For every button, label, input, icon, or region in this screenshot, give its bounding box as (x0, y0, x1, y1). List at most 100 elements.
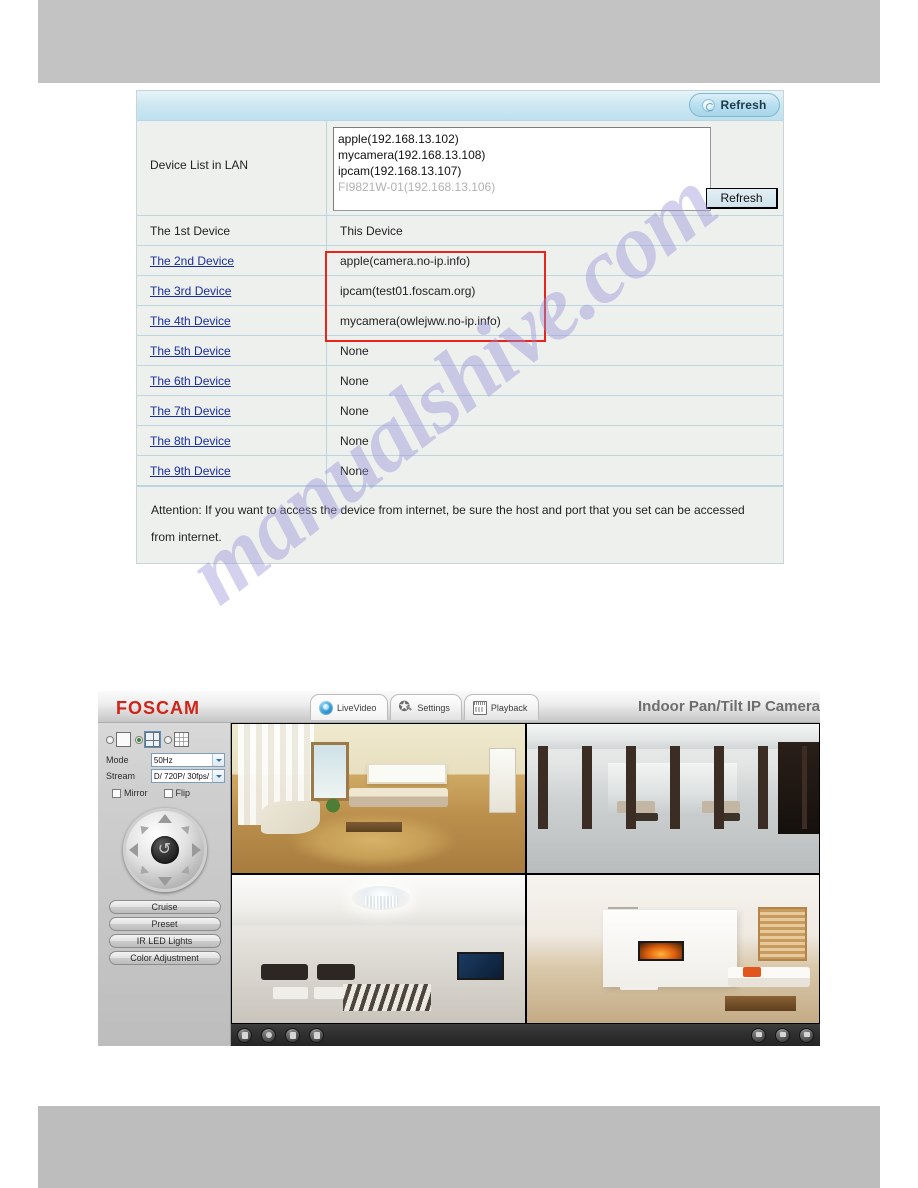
lan-device-item[interactable]: ipcam(192.168.13.107) (338, 163, 706, 179)
record-icon[interactable] (261, 1027, 276, 1043)
snapshot-icon[interactable] (237, 1027, 252, 1043)
settings-icon (398, 698, 413, 715)
view-mode-nine[interactable] (164, 732, 189, 747)
camera-model-title: Indoor Pan/Tilt IP Camera (638, 698, 820, 715)
refresh-button-list[interactable]: Refresh (706, 188, 778, 209)
table-decor (346, 822, 402, 833)
device-row-value-9: None (340, 463, 369, 478)
stream-field: Stream D/ 720P/ 30fps/ 2M (106, 769, 225, 783)
mirror-checkbox-group[interactable]: Mirror (112, 788, 148, 798)
chevron-down-icon[interactable] (212, 770, 224, 782)
view-mode-selector (106, 731, 225, 748)
pan-down-icon[interactable] (157, 877, 172, 886)
table-row: The 7th Device None (137, 396, 783, 426)
panel-body: Device List in LAN apple(192.168.13.102)… (137, 121, 783, 563)
fireplace-decor (637, 941, 685, 961)
sofa-decor (349, 787, 449, 808)
device-link-6[interactable]: The 6th Device (150, 374, 231, 388)
grid-1-icon[interactable] (116, 732, 131, 747)
attention-note: Attention: If you want to access the dev… (137, 486, 783, 563)
window-decor (310, 741, 349, 802)
video-cell-living-room-warm[interactable] (232, 724, 525, 873)
ir-led-lights-button[interactable]: IR LED Lights (108, 934, 221, 948)
stream-select[interactable]: D/ 720P/ 30fps/ 2M (150, 769, 225, 783)
pan-upright-icon[interactable] (180, 822, 193, 835)
chevron-down-icon[interactable] (212, 754, 224, 766)
grid-4-icon[interactable] (144, 731, 161, 748)
page-band-bottom (38, 1106, 880, 1188)
ptz-center-reset-icon[interactable] (150, 836, 179, 864)
camera-tabs: LiveVideo Settings Playback (310, 694, 540, 720)
panel-header: Refresh (137, 91, 783, 121)
device-list-label: Device List in LAN (137, 121, 327, 215)
ptz-joystick[interactable] (122, 808, 207, 892)
device-link-9[interactable]: The 9th Device (150, 464, 231, 478)
pan-downright-icon[interactable] (180, 865, 193, 878)
device-link-2[interactable]: The 2nd Device (150, 254, 234, 268)
device-link-5[interactable]: The 5th Device (150, 344, 231, 358)
cruise-button[interactable]: Cruise (108, 900, 221, 914)
device-row-value-5: None (340, 343, 369, 358)
pan-up-icon[interactable] (157, 814, 172, 823)
device-row-value-8: None (340, 433, 369, 448)
toolbar-right-group (751, 1027, 814, 1043)
device-link-8[interactable]: The 8th Device (150, 434, 231, 448)
radio-icon[interactable] (106, 735, 114, 744)
video-cell-chandelier-lounge[interactable] (232, 874, 525, 1023)
sofa-decor (702, 801, 741, 814)
view-mode-single[interactable] (106, 732, 131, 747)
sofa-decor (728, 966, 811, 988)
audio-icon[interactable] (285, 1027, 300, 1043)
preset-button[interactable]: Preset (108, 917, 221, 931)
flip-checkbox[interactable] (163, 788, 173, 798)
radio-icon[interactable] (164, 735, 172, 744)
table-row: The 8th Device None (137, 426, 783, 456)
mode-select[interactable]: 50Hz (150, 753, 225, 767)
camera-body: Mode 50Hz Stream D/ 720P/ 30fps/ 2M Mirr… (98, 723, 820, 1046)
camera-toolbar (231, 1024, 820, 1046)
talk-icon[interactable] (309, 1027, 324, 1043)
mirror-checkbox[interactable] (112, 788, 121, 798)
mirror-label: Mirror (124, 788, 148, 798)
table-row: The 6th Device None (137, 366, 783, 396)
video-cell-fireplace-room[interactable] (526, 874, 819, 1023)
device-list-box[interactable]: apple(192.168.13.102) mycamera(192.168.1… (333, 127, 711, 211)
lan-device-item[interactable]: mycamera(192.168.13.108) (338, 147, 706, 163)
view-mode-quad[interactable] (135, 731, 161, 748)
flip-checkbox-group[interactable]: Flip (163, 788, 190, 798)
lobby-back-decor (608, 762, 738, 817)
table-row: The 5th Device None (137, 336, 783, 366)
radio-icon-selected[interactable] (135, 735, 143, 744)
device-list-wrap: apple(192.168.13.102) mycamera(192.168.1… (327, 121, 783, 215)
refresh-button-top[interactable]: Refresh (689, 93, 780, 117)
pan-left-icon[interactable] (128, 843, 138, 857)
color-adjustment-button[interactable]: Color Adjustment (108, 951, 221, 965)
pan-upleft-icon[interactable] (136, 822, 149, 835)
device-link-4[interactable]: The 4th Device (150, 314, 231, 328)
playback-icon[interactable] (775, 1027, 790, 1043)
device-row-label-1: The 1st Device (137, 216, 327, 245)
lan-device-item[interactable]: FI9821W-01(192.168.13.106) (338, 179, 706, 195)
device-link-7[interactable]: The 7th Device (150, 404, 231, 418)
device-row-value-1: This Device (340, 223, 403, 238)
pan-downleft-icon[interactable] (136, 865, 149, 878)
device-row-label-3: The 3rd Device (137, 276, 327, 305)
camera-header: FOSCAM LiveVideo Settings Playback Indoo… (98, 691, 820, 723)
tv-decor (457, 951, 505, 980)
toolbar-left-group (237, 1027, 324, 1043)
device-row-label-5: The 5th Device (137, 336, 327, 365)
tab-livevideo[interactable]: LiveVideo (310, 694, 389, 720)
mode-field: Mode 50Hz (106, 753, 225, 767)
video-cell-lobby-dark-wood[interactable] (526, 724, 819, 873)
device-row-label-6: The 6th Device (137, 366, 327, 395)
lan-device-item[interactable]: apple(192.168.13.102) (338, 131, 706, 147)
device-row-label-9: The 9th Device (137, 456, 327, 485)
tab-settings[interactable]: Settings (390, 694, 462, 720)
capture-icon[interactable] (751, 1027, 766, 1043)
fullscreen-icon[interactable] (799, 1027, 814, 1043)
grid-9-icon[interactable] (174, 732, 189, 747)
tab-livevideo-label: LiveVideo (337, 702, 377, 713)
device-link-3[interactable]: The 3rd Device (150, 284, 231, 298)
tab-playback[interactable]: Playback (463, 694, 540, 720)
pan-right-icon[interactable] (191, 843, 201, 857)
